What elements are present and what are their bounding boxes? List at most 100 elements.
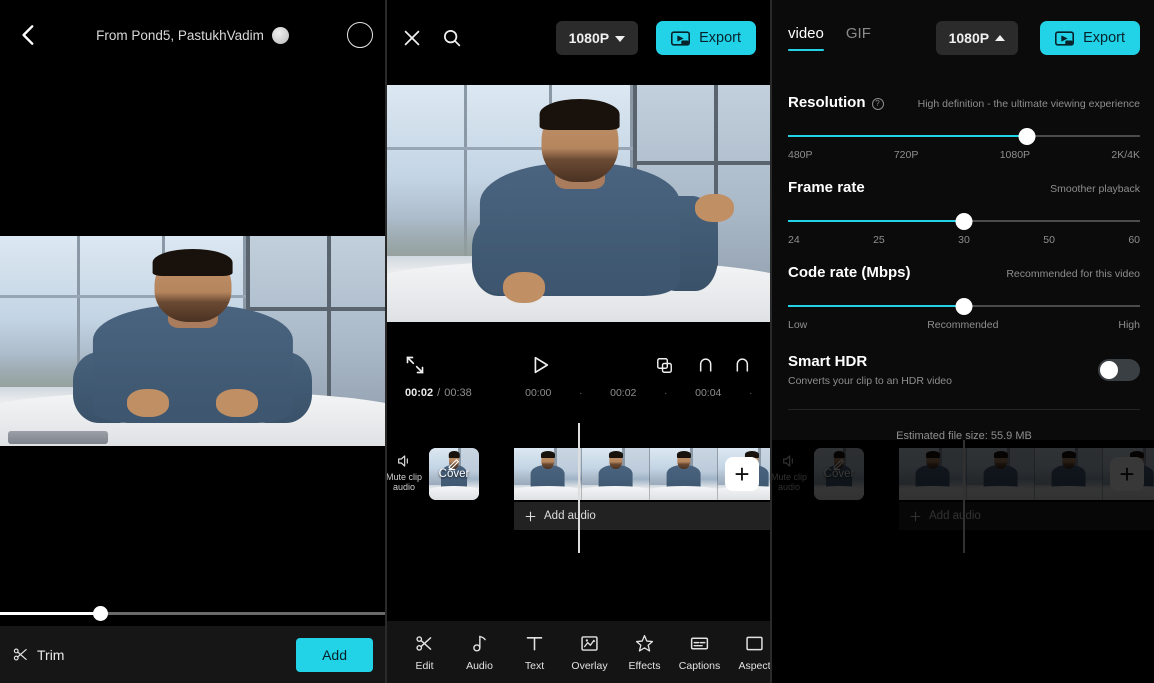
- close-icon[interactable]: [401, 27, 423, 49]
- laptop: [7, 431, 108, 444]
- resolution-dropdown-label: 1080P: [948, 30, 990, 46]
- playhead[interactable]: [578, 423, 580, 553]
- toolbar-item-captions[interactable]: Captions: [672, 633, 727, 672]
- sparkle-icon: [635, 634, 654, 652]
- person-hair: [540, 451, 555, 458]
- play-icon[interactable]: [529, 354, 551, 376]
- desk: [967, 486, 1034, 500]
- mute-clip-audio-label: Mute clip audio: [770, 472, 807, 493]
- timeline: Mute clip audio Cover + Add audio: [385, 423, 770, 553]
- select-circle-icon[interactable]: [347, 22, 373, 48]
- cover-thumbnail[interactable]: Cover: [429, 448, 479, 500]
- toolbar-label: Edit: [415, 659, 434, 672]
- trim-label: Trim: [37, 646, 65, 663]
- slider-tick: Low: [788, 319, 808, 331]
- question-mark-icon[interactable]: ?: [871, 97, 884, 110]
- slider-tick: 25: [873, 234, 885, 246]
- mute-clip-audio-button[interactable]: Mute clip audio: [385, 453, 427, 493]
- video-preview[interactable]: [387, 85, 770, 322]
- time-separator: /: [437, 387, 441, 399]
- undo-icon[interactable]: [694, 355, 714, 375]
- divider: [788, 409, 1140, 410]
- mute-clip-audio-label: Mute clip audio: [385, 472, 422, 493]
- slider-thumb[interactable]: [955, 297, 973, 315]
- trim-button[interactable]: Trim: [12, 646, 64, 663]
- three-panel-screenshot: From Pond5, PastukhVadim Trim Add 1080P …: [0, 0, 1154, 683]
- toolbar-item-audio[interactable]: Audio: [452, 633, 507, 672]
- desk: [899, 486, 966, 500]
- toolbar-label: Effects: [628, 659, 661, 672]
- filmstrip-frame: [514, 448, 582, 500]
- frame-rate-header: Frame rate Smoother playback: [788, 179, 1140, 196]
- toolbar-item-overlay[interactable]: Overlay: [562, 633, 617, 672]
- resolution-dropdown[interactable]: 1080P: [555, 21, 639, 55]
- resolution-slider[interactable]: [788, 125, 1140, 147]
- person-hair: [152, 248, 233, 276]
- toolbar-label: Text: [524, 659, 545, 672]
- panel-editor: 1080P Export 00:02 / 00:38 00:00 · 00:02…: [385, 0, 770, 683]
- timeline-ruler: 00:00 · 00:02 · 00:04 ·: [517, 384, 770, 402]
- export-button[interactable]: Export: [1040, 21, 1140, 55]
- code-rate-slider[interactable]: [788, 295, 1140, 317]
- frame-rate-hint: Smoother playback: [1050, 183, 1140, 195]
- estimated-file-size: Estimated file size: 55.9 MB: [896, 430, 1032, 442]
- redo-icon[interactable]: [734, 355, 754, 375]
- tab-gif[interactable]: GIF: [846, 25, 871, 51]
- panel2-header: 1080P Export: [387, 0, 770, 76]
- back-chevron-left-icon[interactable]: [16, 22, 42, 48]
- window-frame: [327, 236, 332, 417]
- panel1-bottom-bar: Trim Add: [0, 626, 385, 683]
- person-hand-right: [215, 389, 258, 417]
- mute-clip-audio-button-dimmed: Mute clip audio: [770, 453, 812, 493]
- add-button[interactable]: Add: [296, 637, 373, 672]
- window-frame: [246, 307, 385, 312]
- code-rate-title: Code rate (Mbps): [788, 264, 911, 281]
- frame-rate-section: Frame rate Smoother playback 24 25 30 50…: [788, 179, 1140, 246]
- smart-hdr-section: Smart HDR Converts your clip to an HDR v…: [788, 353, 1140, 387]
- avatar-icon: [271, 26, 289, 44]
- editor-toolbar: Edit Audio Text Overlay Effects Captions…: [387, 621, 770, 683]
- resolution-dropdown[interactable]: 1080P: [935, 21, 1019, 55]
- scissors-icon: [416, 635, 432, 651]
- add-audio-track[interactable]: Add audio: [514, 502, 770, 530]
- code-rate-slider-labels: Low Recommended High: [788, 319, 1140, 331]
- filmstrip-frame: [650, 448, 718, 500]
- add-clip-button[interactable]: +: [725, 457, 759, 491]
- total-time: 00:38: [444, 387, 472, 399]
- toolbar-item-aspect[interactable]: Aspect: [727, 633, 770, 672]
- tab-video[interactable]: video: [788, 25, 824, 51]
- current-time: 00:02: [405, 387, 434, 399]
- filmstrip-frame: [1035, 448, 1103, 500]
- ruler-tick: ·: [579, 387, 583, 399]
- scrubber-thumb[interactable]: [93, 605, 108, 621]
- clip-source-title: From Pond5, PastukhVadim: [0, 26, 385, 44]
- duplicate-icon[interactable]: [655, 356, 674, 375]
- toolbar-label: Audio: [466, 659, 493, 672]
- fullscreen-icon[interactable]: [405, 355, 425, 375]
- scrubber[interactable]: [0, 600, 385, 626]
- overlay-icon: [581, 635, 598, 651]
- person-hair: [1061, 451, 1076, 458]
- toolbar-item-effects[interactable]: Effects: [617, 633, 672, 672]
- slider-tick: High: [1118, 319, 1140, 331]
- frame-rate-slider[interactable]: [788, 210, 1140, 232]
- code-rate-section: Code rate (Mbps) Recommended for this vi…: [788, 264, 1140, 331]
- panel-clip-preview: From Pond5, PastukhVadim Trim Add: [0, 0, 385, 683]
- toolbar-item-edit[interactable]: Edit: [397, 633, 452, 672]
- chevron-up-icon: [995, 34, 1006, 41]
- cover-label: Cover: [823, 468, 855, 480]
- toolbar-item-text[interactable]: Text: [507, 633, 562, 672]
- person-hand-left: [127, 389, 170, 417]
- plus-icon: [910, 511, 921, 521]
- search-icon[interactable]: [441, 27, 463, 49]
- captions-icon: [690, 637, 709, 649]
- person-hair: [608, 451, 623, 458]
- slider-thumb[interactable]: [1018, 127, 1036, 145]
- smart-hdr-subtitle: Converts your clip to an HDR video: [788, 375, 952, 387]
- smart-hdr-toggle[interactable]: [1098, 359, 1140, 381]
- slider-fill: [788, 135, 1028, 137]
- person-hand-left: [502, 272, 545, 304]
- resolution-dropdown-label: 1080P: [568, 30, 610, 46]
- export-button[interactable]: Export: [656, 21, 756, 55]
- slider-thumb[interactable]: [955, 212, 973, 230]
